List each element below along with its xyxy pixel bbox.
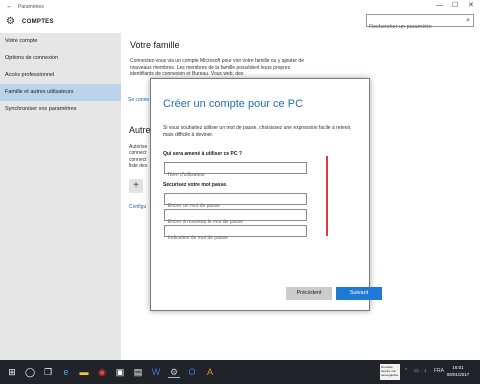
user-question-label: Qui sera amené à utiliser ce PC ? bbox=[163, 151, 242, 157]
previous-button[interactable]: Précédent bbox=[286, 287, 332, 300]
windows-start-icon[interactable]: ⊞ bbox=[6, 366, 18, 378]
password-field[interactable] bbox=[164, 193, 307, 211]
notification-thumbnail[interactable]: Nouvelle fenêtre non sauvegardée bbox=[380, 364, 400, 380]
window-title: Paramètres bbox=[18, 4, 44, 10]
tray-chevron-icon[interactable]: ⌃ bbox=[404, 368, 408, 374]
network-icon[interactable]: ▭ bbox=[414, 368, 419, 374]
password-hint-input[interactable] bbox=[168, 233, 306, 243]
search-taskbar-icon[interactable]: ◯ bbox=[24, 366, 36, 378]
chrome-icon[interactable]: ◉ bbox=[96, 366, 108, 378]
family-description: Connectez-vous via un compte Microsoft p… bbox=[130, 58, 304, 77]
gear-icon: ⚙ bbox=[6, 16, 15, 27]
store-icon[interactable]: ▣ bbox=[114, 366, 126, 378]
settings-taskbar-icon[interactable]: ⚙ bbox=[168, 366, 180, 378]
task-view-icon[interactable]: ❐ bbox=[42, 366, 54, 378]
sidebar-item-famille[interactable]: Famille et autres utilisateurs bbox=[0, 84, 121, 101]
volume-icon[interactable]: ♪ bbox=[424, 368, 427, 374]
illustrator-icon[interactable]: A bbox=[204, 366, 216, 378]
other-users-heading: Autre bbox=[129, 125, 151, 135]
search-icon[interactable]: ⌕ bbox=[466, 17, 470, 24]
close-button[interactable]: ✕ bbox=[468, 2, 474, 10]
next-button[interactable]: Suivant bbox=[336, 287, 382, 300]
app-icon[interactable]: ▤ bbox=[132, 366, 144, 378]
word-icon[interactable]: W bbox=[150, 366, 162, 378]
password-hint-field[interactable] bbox=[164, 225, 307, 243]
configure-link[interactable]: Configu bbox=[129, 204, 146, 210]
taskbar: ⊞ ◯ ❐ e ▬ ◉ ▣ ▤ W ⚙ O A Nouvelle fenêtre… bbox=[0, 360, 480, 384]
sidebar-item-synchroniser[interactable]: Synchroniser vos paramètres bbox=[0, 101, 121, 118]
family-heading: Votre famille bbox=[130, 40, 180, 50]
red-annotation-line bbox=[326, 156, 328, 236]
username-input[interactable] bbox=[168, 170, 306, 180]
sidebar-item-votre-compte[interactable]: Votre compte bbox=[0, 33, 121, 50]
search-input[interactable] bbox=[369, 21, 461, 33]
language-indicator[interactable]: FRA bbox=[434, 368, 444, 374]
clock[interactable]: 16:01 06/01/2017 bbox=[446, 365, 470, 378]
dialog-title: Créer un compte pour ce PC bbox=[163, 98, 304, 110]
clock-date: 06/01/2017 bbox=[446, 371, 470, 377]
back-arrow-icon[interactable]: ← bbox=[6, 3, 13, 10]
sidebar-item-options-connexion[interactable]: Options de connexion bbox=[0, 50, 121, 67]
file-explorer-icon[interactable]: ▬ bbox=[78, 366, 90, 378]
sidebar: Votre compte Options de connexion Accès … bbox=[0, 33, 121, 360]
minimize-button[interactable]: — bbox=[436, 2, 443, 10]
outlook-icon[interactable]: O bbox=[186, 366, 198, 378]
add-user-button[interactable]: + bbox=[129, 179, 143, 193]
create-account-dialog: Créer un compte pour ce PC Si vous souha… bbox=[150, 78, 382, 311]
dialog-intro: Si vous souhaitez utiliser un mot de pas… bbox=[163, 125, 352, 138]
username-field[interactable] bbox=[164, 162, 307, 180]
edge-icon[interactable]: e bbox=[60, 366, 72, 378]
sidebar-item-acces-professionnel[interactable]: Accès professionnel bbox=[0, 67, 121, 84]
search-box[interactable]: ⌕ bbox=[366, 14, 474, 33]
family-signin-link[interactable]: Se conne bbox=[128, 97, 149, 103]
password-confirm-field[interactable] bbox=[164, 209, 307, 227]
maximize-button[interactable]: ☐ bbox=[452, 2, 458, 10]
section-title: COMPTES bbox=[22, 19, 54, 25]
title-bar: ← Paramètres — ☐ ✕ bbox=[0, 0, 480, 13]
password-section-label: Sécurisez votre mot passe. bbox=[163, 182, 228, 188]
